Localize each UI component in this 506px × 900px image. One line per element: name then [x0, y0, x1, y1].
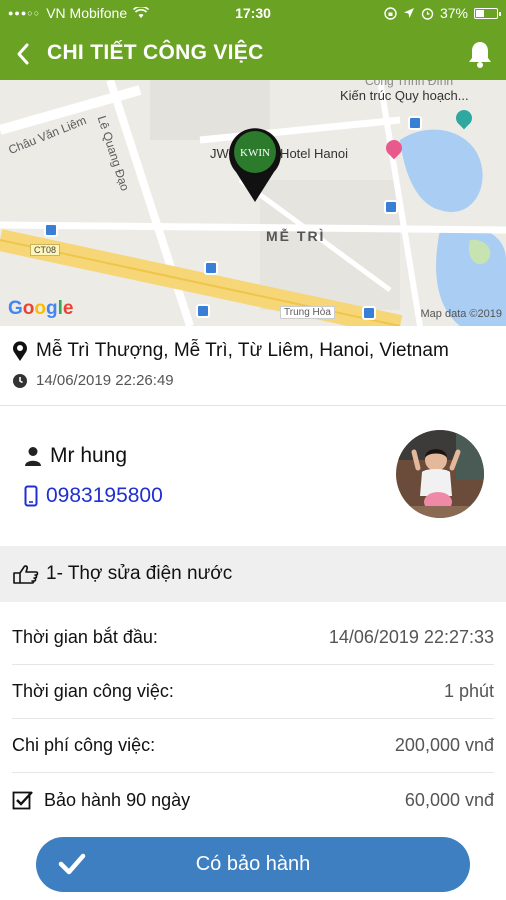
detail-label: Thời gian công việc:	[12, 681, 174, 701]
transit-icon	[204, 261, 218, 275]
transit-icon	[196, 304, 210, 318]
detail-row-cost: Chi phí công việc: 200,000 vnđ	[12, 719, 494, 773]
address-section: Mễ Trì Thượng, Mễ Trì, Từ Liêm, Hanoi, V…	[0, 326, 506, 406]
service-header: 1- Thợ sửa điện nước	[0, 546, 506, 602]
transit-icon	[44, 223, 58, 237]
detail-value: 1 phút	[443, 681, 494, 701]
map-label-architecture: Kiến trúc Quy hoạch...	[340, 88, 469, 103]
notification-button[interactable]	[464, 38, 496, 70]
warranty-option[interactable]: Bảo hành 90 ngày	[12, 789, 190, 811]
bell-icon	[469, 42, 491, 68]
mobile-phone-icon	[24, 485, 38, 507]
transit-icon	[362, 306, 376, 320]
timestamp-row: 14/06/2019 22:26:49	[12, 372, 174, 389]
bottom-bar: Có bảo hành	[0, 826, 506, 900]
app-header: CHI TIẾT CÔNG VIỆC	[0, 28, 506, 80]
address-text: Mễ Trì Thượng, Mễ Trì, Từ Liêm, Hanoi, V…	[36, 340, 449, 361]
customer-phone-link[interactable]: 0983195800	[24, 484, 163, 508]
detail-row-duration: Thời gian công việc: 1 phút	[12, 665, 494, 719]
map-pin-icon[interactable]: KWIN	[224, 124, 286, 204]
detail-value: 14/06/2019 22:27:33	[328, 627, 494, 647]
map-marker-icon	[13, 341, 27, 361]
status-right: 37%	[384, 5, 501, 21]
hand-pointing-icon	[13, 565, 39, 584]
map-attribution: Map data ©2019	[420, 308, 503, 320]
warranty-button[interactable]: Có bảo hành	[36, 837, 470, 892]
clock-icon	[13, 373, 27, 388]
chevron-left-icon	[17, 43, 29, 65]
detail-label: Chi phí công việc:	[12, 735, 156, 755]
address-row: Mễ Trì Thượng, Mễ Trì, Từ Liêm, Hanoi, V…	[12, 340, 449, 362]
detail-label: Thời gian bắt đầu:	[12, 627, 158, 647]
created-timestamp: 14/06/2019 22:26:49	[36, 372, 174, 389]
battery-icon	[474, 7, 501, 19]
map-pin-label: KWIN	[240, 147, 270, 159]
road-badge-ct08: CT08	[30, 244, 61, 256]
customer-phone: 0983195800	[46, 484, 163, 507]
map-label-district: MỄ TRÌ	[266, 228, 326, 244]
user-icon	[25, 447, 41, 466]
warranty-button-label: Có bảo hành	[195, 853, 311, 875]
google-logo: Google	[8, 298, 74, 319]
avatar	[396, 430, 484, 518]
customer-name-row: Mr hung	[24, 444, 127, 468]
detail-row-start-time: Thời gian bắt đầu: 14/06/2019 22:27:33	[12, 611, 494, 665]
status-bar: ●●●○○ VN Mobifone 17:30 37%	[0, 0, 506, 28]
transit-icon	[384, 200, 398, 214]
check-icon	[58, 853, 86, 875]
map-label-poi-top: Công Trình Đình	[365, 80, 454, 88]
service-title: 1- Thợ sửa điện nước	[46, 563, 233, 584]
transit-icon	[408, 116, 422, 130]
customer-section: Mr hung 0983195800	[0, 406, 506, 546]
map-label-trung-hoa: Trung Hòa	[280, 306, 335, 319]
lock-rotation-icon	[384, 6, 397, 20]
back-button[interactable]	[8, 38, 38, 70]
location-icon	[403, 8, 414, 18]
warranty-value: 60,000 vnđ	[404, 789, 494, 810]
detail-value: 200,000 vnđ	[394, 735, 494, 755]
battery-percent: 37%	[439, 5, 468, 21]
alarm-icon	[421, 7, 434, 20]
checkbox-checked-icon[interactable]	[12, 789, 34, 811]
warranty-label: Bảo hành 90 ngày	[44, 789, 191, 810]
customer-name: Mr hung	[50, 444, 128, 467]
detail-row-warranty[interactable]: Bảo hành 90 ngày 60,000 vnđ	[12, 773, 494, 827]
page-title: CHI TIẾT CÔNG VIỆC	[47, 41, 264, 64]
